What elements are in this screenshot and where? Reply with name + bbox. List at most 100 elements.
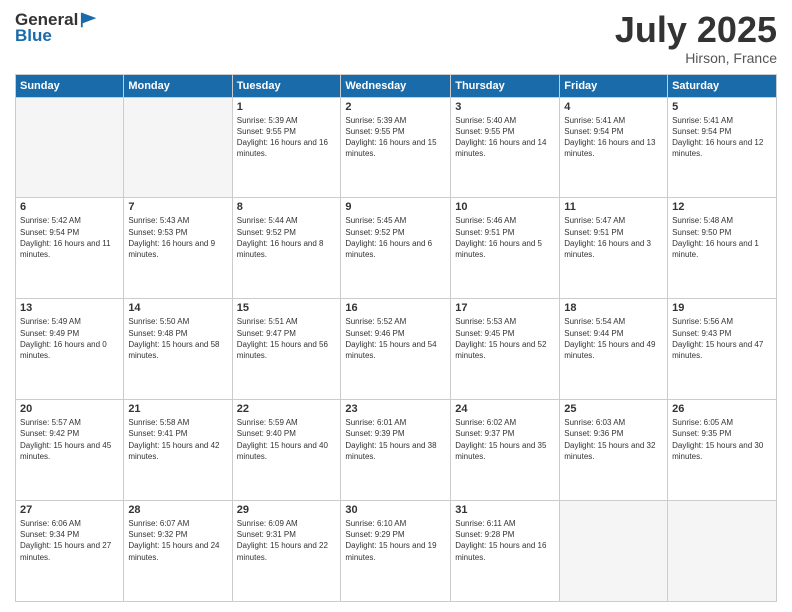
day-number: 31 [455, 504, 555, 516]
calendar-header-row: Sunday Monday Tuesday Wednesday Thursday… [16, 74, 777, 97]
calendar-cell: 9 Sunrise: 5:45 AM Sunset: 9:52 PM Daylig… [341, 198, 451, 299]
day-number: 17 [455, 302, 555, 314]
day-info: Sunrise: 5:41 AM Sunset: 9:54 PM Dayligh… [672, 115, 772, 160]
calendar-cell: 11 Sunrise: 5:47 AM Sunset: 9:51 PM Dayli… [560, 198, 668, 299]
day-info: Sunrise: 6:01 AM Sunset: 9:39 PM Dayligh… [345, 417, 446, 462]
day-number: 8 [237, 201, 337, 213]
calendar-cell: 12 Sunrise: 5:48 AM Sunset: 9:50 PM Dayli… [668, 198, 777, 299]
day-info: Sunrise: 5:46 AM Sunset: 9:51 PM Dayligh… [455, 215, 555, 260]
day-info: Sunrise: 5:43 AM Sunset: 9:53 PM Dayligh… [128, 215, 227, 260]
day-number: 22 [237, 403, 337, 415]
day-number: 23 [345, 403, 446, 415]
day-number: 4 [564, 101, 663, 113]
day-number: 6 [20, 201, 119, 213]
calendar-week-0: 1 Sunrise: 5:39 AM Sunset: 9:55 PM Daylig… [16, 97, 777, 198]
day-number: 13 [20, 302, 119, 314]
day-number: 19 [672, 302, 772, 314]
calendar-cell: 4 Sunrise: 5:41 AM Sunset: 9:54 PM Daylig… [560, 97, 668, 198]
day-info: Sunrise: 5:45 AM Sunset: 9:52 PM Dayligh… [345, 215, 446, 260]
day-number: 20 [20, 403, 119, 415]
day-number: 18 [564, 302, 663, 314]
calendar-cell: 30Sunrise: 6:10 AM Sunset: 9:29 PM Dayli… [341, 501, 451, 602]
calendar-cell: 21Sunrise: 5:58 AM Sunset: 9:41 PM Dayli… [124, 400, 232, 501]
day-number: 10 [455, 201, 555, 213]
day-info: Sunrise: 6:09 AM Sunset: 9:31 PM Dayligh… [237, 518, 337, 563]
logo: General Blue [15, 10, 100, 46]
calendar-cell: 28Sunrise: 6:07 AM Sunset: 9:32 PM Dayli… [124, 501, 232, 602]
col-tuesday: Tuesday [232, 74, 341, 97]
calendar-cell: 27 Sunrise: 6:06 AM Sunset: 9:34 PM Dayli… [16, 501, 124, 602]
day-info: Sunrise: 5:57 AM Sunset: 9:42 PM Dayligh… [20, 417, 119, 462]
calendar-cell [668, 501, 777, 602]
day-info: Sunrise: 5:44 AM Sunset: 9:52 PM Dayligh… [237, 215, 337, 260]
calendar-cell: 24 Sunrise: 6:02 AM Sunset: 9:37 PM Dayli… [451, 400, 560, 501]
logo-flag-icon [80, 10, 100, 30]
day-number: 5 [672, 101, 772, 113]
day-info: Sunrise: 5:39 AM Sunset: 9:55 PM Dayligh… [237, 115, 337, 160]
calendar-cell: 16Sunrise: 5:52 AM Sunset: 9:46 PM Dayli… [341, 299, 451, 400]
calendar-cell: 7 Sunrise: 5:43 AM Sunset: 9:53 PM Daylig… [124, 198, 232, 299]
day-info: Sunrise: 5:39 AM Sunset: 9:55 PM Dayligh… [345, 115, 446, 160]
calendar-cell: 18 Sunrise: 5:54 AM Sunset: 9:44 PM Dayli… [560, 299, 668, 400]
day-number: 2 [345, 101, 446, 113]
day-number: 25 [564, 403, 663, 415]
day-number: 3 [455, 101, 555, 113]
day-number: 11 [564, 201, 663, 213]
calendar-cell: 20 Sunrise: 5:57 AM Sunset: 9:42 PM Dayli… [16, 400, 124, 501]
col-thursday: Thursday [451, 74, 560, 97]
day-info: Sunrise: 5:48 AM Sunset: 9:50 PM Dayligh… [672, 215, 772, 260]
calendar-cell: 23 Sunrise: 6:01 AM Sunset: 9:39 PM Dayli… [341, 400, 451, 501]
calendar: Sunday Monday Tuesday Wednesday Thursday… [15, 74, 777, 602]
calendar-cell: 25Sunrise: 6:03 AM Sunset: 9:36 PM Dayli… [560, 400, 668, 501]
day-number: 27 [20, 504, 119, 516]
calendar-cell [560, 501, 668, 602]
day-number: 7 [128, 201, 227, 213]
calendar-cell: 8 Sunrise: 5:44 AM Sunset: 9:52 PM Daylig… [232, 198, 341, 299]
header-right: July 2025 Hirson, France [615, 10, 777, 66]
logo-blue: Blue [15, 26, 52, 46]
calendar-cell: 6 Sunrise: 5:42 AM Sunset: 9:54 PM Daylig… [16, 198, 124, 299]
day-info: Sunrise: 5:47 AM Sunset: 9:51 PM Dayligh… [564, 215, 663, 260]
col-saturday: Saturday [668, 74, 777, 97]
calendar-cell: 29 Sunrise: 6:09 AM Sunset: 9:31 PM Dayli… [232, 501, 341, 602]
day-info: Sunrise: 5:56 AM Sunset: 9:43 PM Dayligh… [672, 316, 772, 361]
month-title: July 2025 [615, 10, 777, 50]
day-info: Sunrise: 5:53 AM Sunset: 9:45 PM Dayligh… [455, 316, 555, 361]
day-number: 24 [455, 403, 555, 415]
day-number: 12 [672, 201, 772, 213]
day-number: 30 [345, 504, 446, 516]
calendar-cell: 19 Sunrise: 5:56 AM Sunset: 9:43 PM Dayli… [668, 299, 777, 400]
calendar-cell: 31Sunrise: 6:11 AM Sunset: 9:28 PM Dayli… [451, 501, 560, 602]
day-info: Sunrise: 6:06 AM Sunset: 9:34 PM Dayligh… [20, 518, 119, 563]
day-number: 1 [237, 101, 337, 113]
day-info: Sunrise: 5:54 AM Sunset: 9:44 PM Dayligh… [564, 316, 663, 361]
day-info: Sunrise: 5:59 AM Sunset: 9:40 PM Dayligh… [237, 417, 337, 462]
day-info: Sunrise: 5:42 AM Sunset: 9:54 PM Dayligh… [20, 215, 119, 260]
calendar-cell: 14Sunrise: 5:50 AM Sunset: 9:48 PM Dayli… [124, 299, 232, 400]
calendar-week-3: 20 Sunrise: 5:57 AM Sunset: 9:42 PM Dayli… [16, 400, 777, 501]
calendar-week-2: 13Sunrise: 5:49 AM Sunset: 9:49 PM Dayli… [16, 299, 777, 400]
col-monday: Monday [124, 74, 232, 97]
calendar-cell: 10 Sunrise: 5:46 AM Sunset: 9:51 PM Dayli… [451, 198, 560, 299]
day-number: 15 [237, 302, 337, 314]
day-number: 16 [345, 302, 446, 314]
location: Hirson, France [615, 50, 777, 66]
day-number: 21 [128, 403, 227, 415]
calendar-week-4: 27 Sunrise: 6:06 AM Sunset: 9:34 PM Dayli… [16, 501, 777, 602]
calendar-cell: 15Sunrise: 5:51 AM Sunset: 9:47 PM Dayli… [232, 299, 341, 400]
day-info: Sunrise: 5:40 AM Sunset: 9:55 PM Dayligh… [455, 115, 555, 160]
col-wednesday: Wednesday [341, 74, 451, 97]
calendar-cell: 3 Sunrise: 5:40 AM Sunset: 9:55 PM Daylig… [451, 97, 560, 198]
calendar-cell: 5 Sunrise: 5:41 AM Sunset: 9:54 PM Daylig… [668, 97, 777, 198]
col-friday: Friday [560, 74, 668, 97]
day-info: Sunrise: 6:07 AM Sunset: 9:32 PM Dayligh… [128, 518, 227, 563]
day-info: Sunrise: 6:05 AM Sunset: 9:35 PM Dayligh… [672, 417, 772, 462]
day-number: 29 [237, 504, 337, 516]
col-sunday: Sunday [16, 74, 124, 97]
day-info: Sunrise: 6:02 AM Sunset: 9:37 PM Dayligh… [455, 417, 555, 462]
day-number: 26 [672, 403, 772, 415]
day-info: Sunrise: 5:41 AM Sunset: 9:54 PM Dayligh… [564, 115, 663, 160]
day-info: Sunrise: 5:50 AM Sunset: 9:48 PM Dayligh… [128, 316, 227, 361]
day-number: 9 [345, 201, 446, 213]
page: General Blue July 2025 Hirson, France Su… [0, 0, 792, 612]
